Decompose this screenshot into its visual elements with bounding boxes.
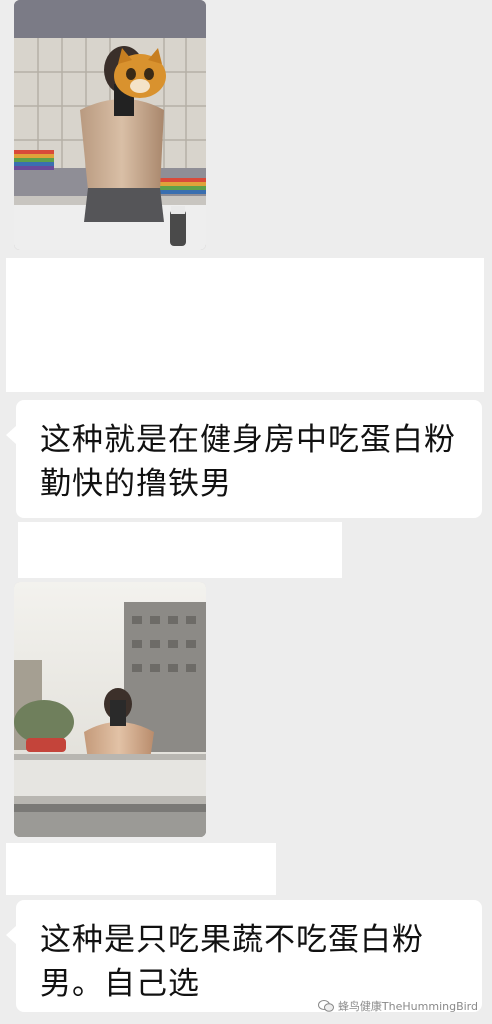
message-text: 这种就是在健身房中吃蛋白粉勤快的撸铁男 xyxy=(40,422,456,502)
chat-bubble-message-1[interactable]: 这种就是在健身房中吃蛋白粉勤快的撸铁男 xyxy=(6,400,482,518)
blank-message-area xyxy=(6,258,484,392)
chat-bubble-message-2[interactable]: 这种是只吃果蔬不吃蛋白粉男。自己选 xyxy=(6,900,482,1012)
chat-image-gym-selfie[interactable] xyxy=(14,0,206,250)
gym-selfie-illustration xyxy=(14,0,206,250)
chat-image-street-selfie[interactable] xyxy=(14,582,206,837)
message-text: 这种是只吃果蔬不吃蛋白粉男。自己选 xyxy=(40,922,424,1002)
blank-message-strip xyxy=(18,522,342,578)
watermark-text: 蜂鸟健康TheHummingBird xyxy=(337,1000,478,1013)
street-selfie-illustration xyxy=(14,582,206,837)
blank-message-strip-2 xyxy=(6,843,276,895)
wechat-icon xyxy=(317,1000,334,1012)
watermark: 蜂鸟健康TheHummingBird xyxy=(317,998,478,1014)
